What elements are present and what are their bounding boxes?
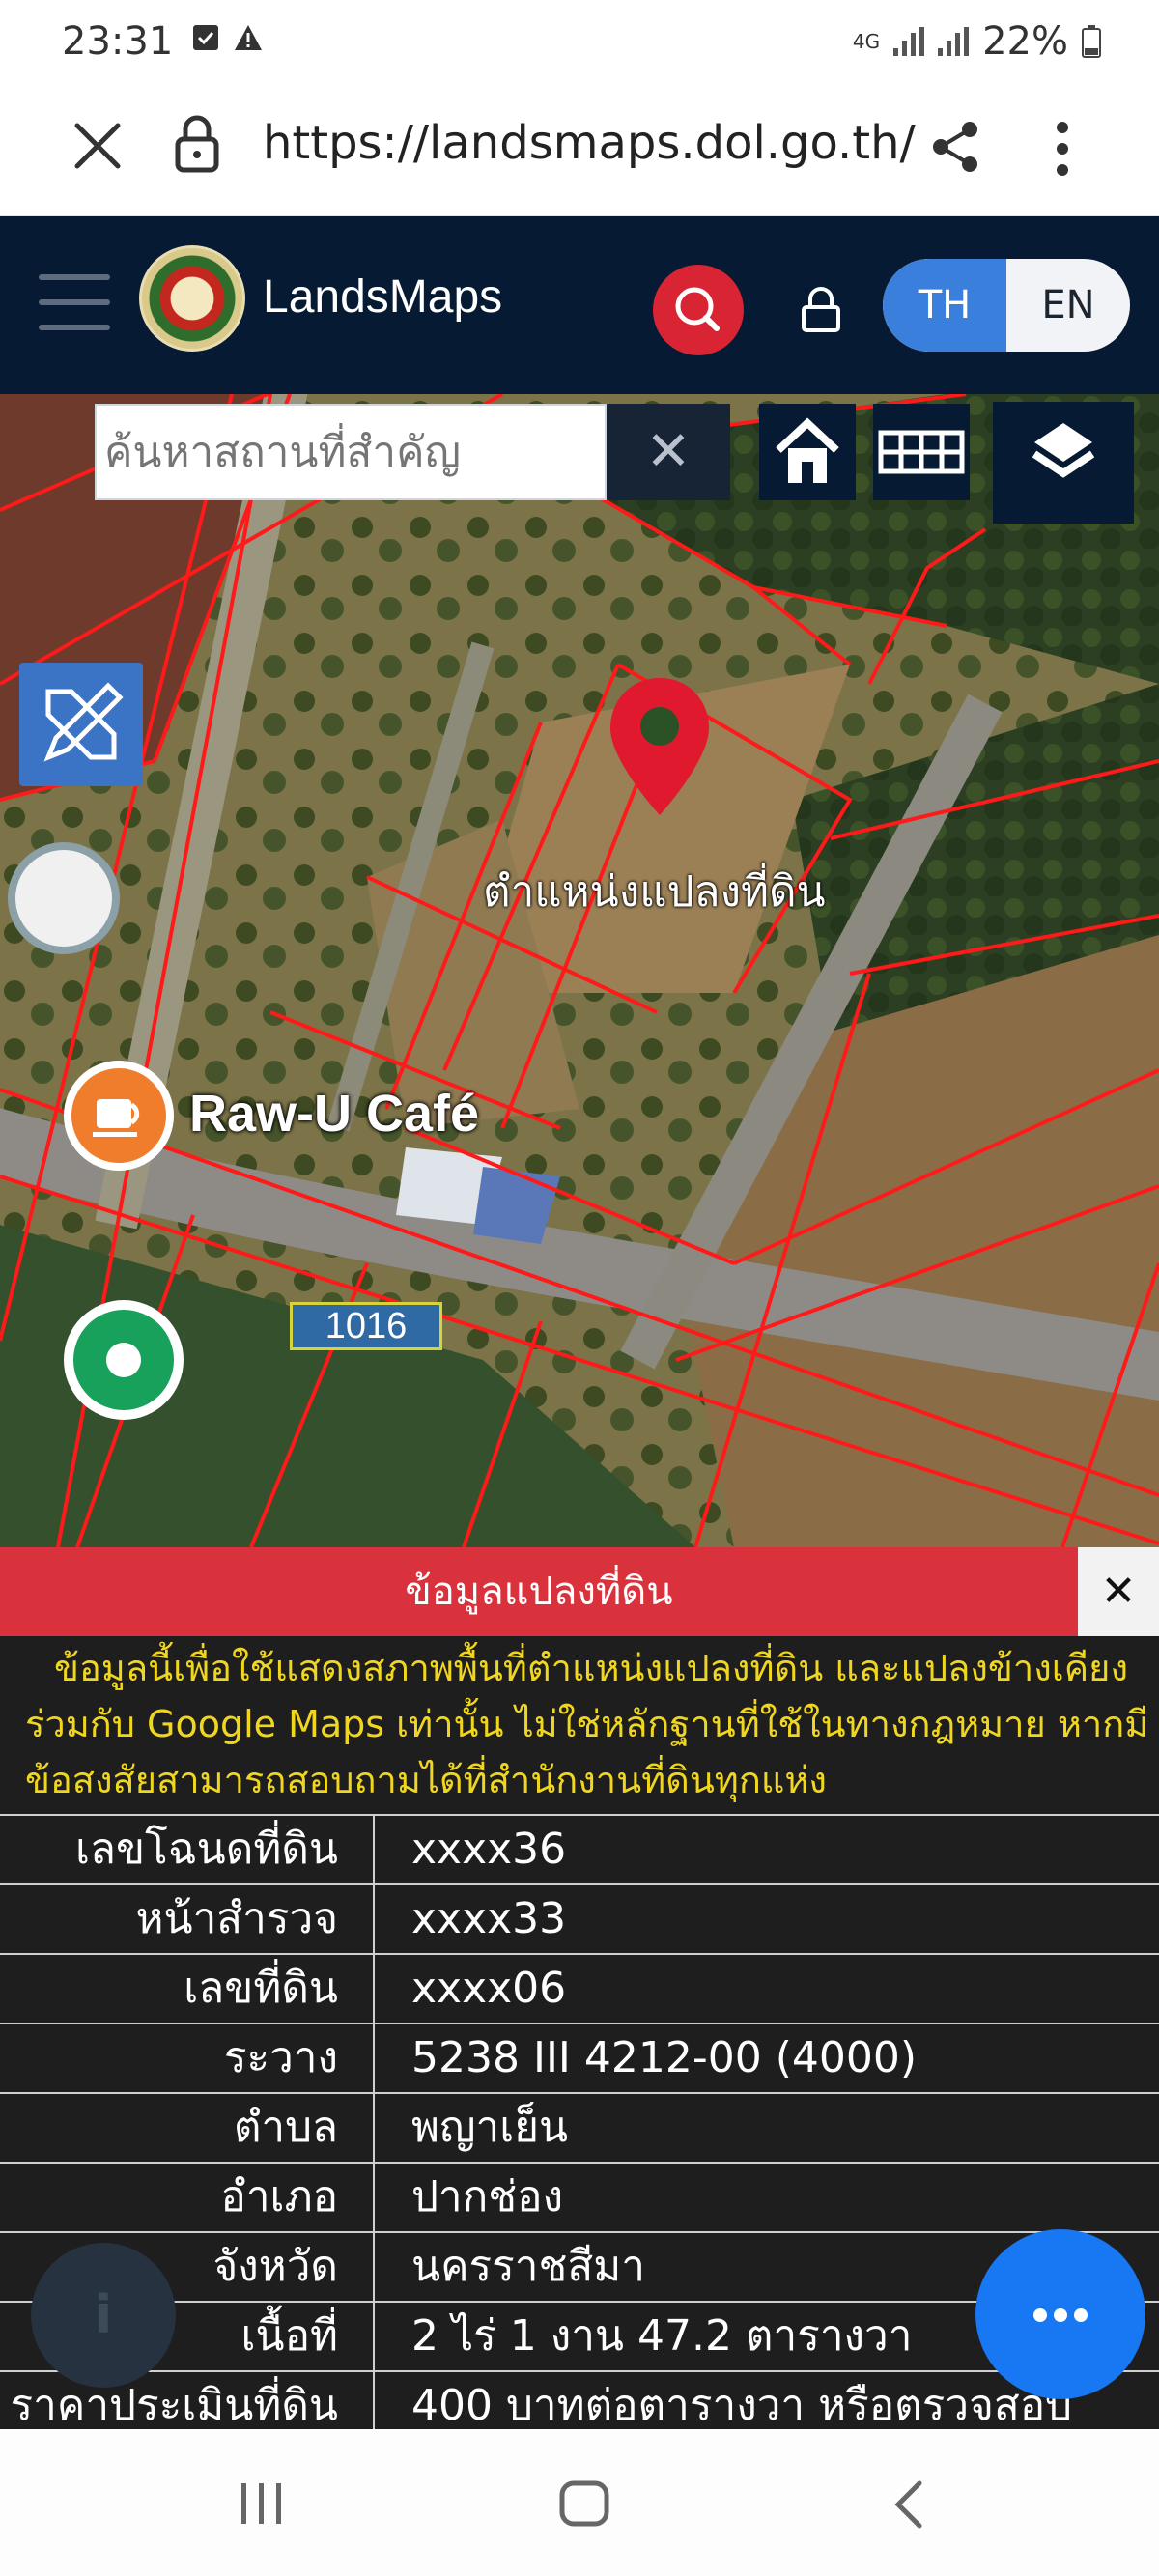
language-toggle[interactable]: TH EN [883, 259, 1130, 352]
notice-line: ร่วมกับ Google Maps เท่านั้น ไม่ใช่หลักฐ… [25, 1703, 1149, 1745]
table-row: อำเภอ ปากช่อง [0, 2162, 1159, 2233]
home-button[interactable] [759, 404, 856, 500]
network-type: 4G [852, 30, 881, 53]
table-row: เลขที่ดิน xxxx06 [0, 1953, 1159, 2024]
cafe-name-label: Raw-U Café [189, 1085, 480, 1143]
home-nav-icon[interactable] [558, 2479, 610, 2528]
checkbox-notification-icon [193, 25, 218, 50]
subdistrict-label: ตำบล [233, 2103, 338, 2152]
deed-number-value: xxxx36 [411, 1825, 567, 1874]
panel-title: ข้อมูลแปลงที่ดิน [0, 1547, 1078, 1636]
subdistrict-value: พญาเย็น [411, 2103, 569, 2152]
draw-tool-button[interactable] [19, 663, 143, 786]
panel-close-button[interactable]: ✕ [1078, 1547, 1159, 1636]
cafe-marker[interactable] [64, 1061, 174, 1171]
layers-button[interactable] [993, 402, 1134, 524]
back-icon[interactable] [890, 2479, 925, 2530]
notice-line: ข้อมูลนี้เพื่อใช้แสดงสภาพพื้นที่ตำแหน่งแ… [54, 1647, 1129, 1689]
android-nav-bar [0, 2429, 1159, 2576]
home-icon [776, 417, 839, 483]
survey-page-label: หน้าสำรวจ [135, 1894, 338, 1943]
map-sheet-label: ระวาง [223, 2033, 338, 2082]
map-pin-icon[interactable] [607, 674, 713, 819]
road-number-badge: 1016 [290, 1302, 442, 1350]
grid-button[interactable] [873, 404, 970, 500]
lock-icon[interactable] [174, 114, 220, 174]
recent-apps-icon[interactable] [238, 2481, 286, 2526]
place-search-box[interactable] [95, 404, 607, 500]
parcel-location-label: ตำแหน่งแปลงที่ดิน [483, 867, 826, 917]
search-input[interactable] [97, 406, 605, 498]
district-label: อำเภอ [220, 2172, 338, 2222]
login-lock-icon[interactable] [800, 286, 842, 334]
deed-number-label: เลขโฉนดที่ดิน [75, 1825, 338, 1874]
signal-icon [938, 27, 970, 56]
status-bar: 23:31 4G 22% [0, 0, 1159, 85]
land-number-label: เลขที่ดิน [184, 1964, 338, 2013]
place-marker-green[interactable] [64, 1300, 184, 1420]
warning-icon [235, 25, 262, 50]
app-title: LandsMaps [263, 271, 503, 323]
coffee-cup-icon [93, 1099, 140, 1137]
search-icon [675, 287, 720, 331]
province-value: นครราชสีมา [411, 2242, 645, 2291]
department-seal-logo [139, 245, 245, 352]
lang-th-button[interactable]: TH [883, 259, 1006, 352]
parcel-info-panel: ข้อมูลแปลงที่ดิน ✕ ข้อมูลนี้เพื่อใช้แสดง… [0, 1547, 1159, 2442]
more-vert-icon[interactable] [1053, 120, 1072, 178]
chat-fab-button[interactable] [975, 2229, 1145, 2399]
table-row: ตำบล พญาเย็น [0, 2092, 1159, 2164]
battery-percent: 22% [982, 19, 1068, 64]
url-text[interactable]: https://landsmaps.dol.go.th/ [263, 116, 916, 170]
lang-en-button[interactable]: EN [1006, 259, 1130, 352]
share-icon[interactable] [929, 120, 981, 174]
disclaimer-notice: ข้อมูลนี้เพื่อใช้แสดงสภาพพื้นที่ตำแหน่งแ… [25, 1640, 1159, 1808]
status-time: 23:31 [62, 19, 174, 64]
signal-icon [893, 27, 925, 56]
browser-url-bar: https://landsmaps.dol.go.th/ [0, 85, 1159, 216]
survey-page-value: xxxx33 [411, 1894, 567, 1943]
table-row: หน้าสำรวจ xxxx33 [0, 1883, 1159, 1955]
info-icon[interactable]: i [31, 2243, 176, 2388]
pencil-ruler-icon [43, 682, 124, 762]
app-header: LandsMaps TH EN [0, 216, 1159, 394]
layers-icon [1032, 423, 1095, 478]
place-marker-grey[interactable] [8, 842, 120, 954]
district-value: ปากช่อง [411, 2172, 564, 2222]
hamburger-menu-icon[interactable] [39, 274, 110, 332]
table-row: ระวาง 5238 III 4212-00 (4000) [0, 2023, 1159, 2094]
map-sheet-value: 5238 III 4212-00 (4000) [411, 2033, 918, 2082]
clear-search-button[interactable]: ✕ [607, 404, 730, 500]
grid-icon [878, 430, 965, 474]
close-icon[interactable] [71, 120, 124, 172]
search-button[interactable] [653, 265, 744, 355]
area-value: 2 ไร่ 1 งาน 47.2 ตารางวา [411, 2311, 913, 2361]
battery-icon [1082, 25, 1101, 58]
land-number-value: xxxx06 [411, 1964, 567, 2013]
map-view[interactable]: ✕ ตำแหน่งแปลงที่ดิน Raw-U Café 1016 [0, 394, 1159, 1547]
table-row: เลขโฉนดที่ดิน xxxx36 [0, 1814, 1159, 1885]
notice-line: ข้อสงสัยสามารถสอบถามได้ที่สำนักงานที่ดิน… [25, 1759, 827, 1801]
